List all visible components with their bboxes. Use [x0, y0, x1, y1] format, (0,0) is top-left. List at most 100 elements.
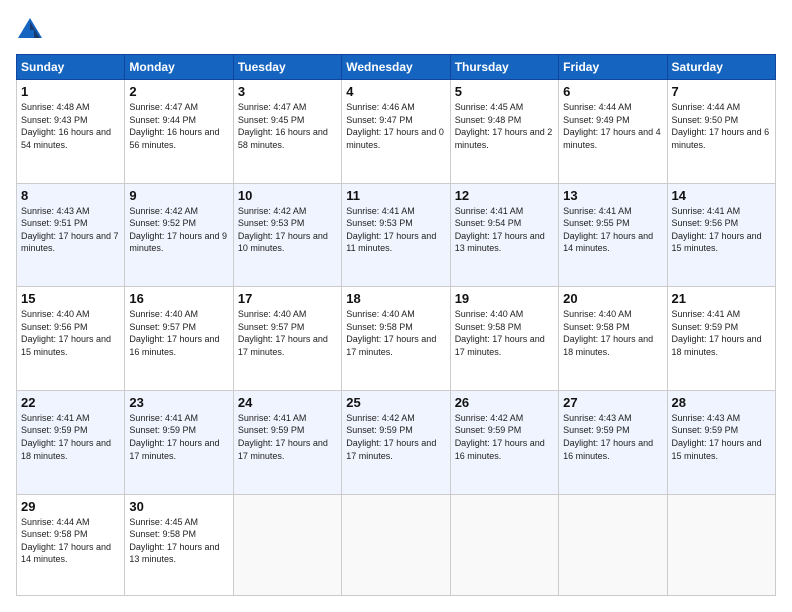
cell-info: Sunrise: 4:40 AMSunset: 9:56 PMDaylight:… — [21, 308, 120, 358]
cell-info: Sunrise: 4:42 AMSunset: 9:53 PMDaylight:… — [238, 205, 337, 255]
header — [16, 16, 776, 44]
calendar-cell: 1 Sunrise: 4:48 AMSunset: 9:43 PMDaylight… — [17, 80, 125, 184]
calendar-cell: 14 Sunrise: 4:41 AMSunset: 9:56 PMDayligh… — [667, 183, 775, 287]
day-number: 28 — [672, 395, 771, 410]
cell-info: Sunrise: 4:41 AMSunset: 9:59 PMDaylight:… — [672, 308, 771, 358]
cell-info: Sunrise: 4:41 AMSunset: 9:56 PMDaylight:… — [672, 205, 771, 255]
cell-info: Sunrise: 4:42 AMSunset: 9:59 PMDaylight:… — [455, 412, 554, 462]
cell-info: Sunrise: 4:48 AMSunset: 9:43 PMDaylight:… — [21, 101, 120, 151]
col-header-sunday: Sunday — [17, 55, 125, 80]
calendar-cell: 9 Sunrise: 4:42 AMSunset: 9:52 PMDaylight… — [125, 183, 233, 287]
calendar-cell: 15 Sunrise: 4:40 AMSunset: 9:56 PMDayligh… — [17, 287, 125, 391]
calendar-page: SundayMondayTuesdayWednesdayThursdayFrid… — [0, 0, 792, 612]
day-number: 1 — [21, 84, 120, 99]
logo-icon — [16, 16, 44, 44]
calendar-cell: 25Sunrise: 4:42 AMSunset: 9:59 PMDayligh… — [342, 390, 450, 494]
day-number: 24 — [238, 395, 337, 410]
day-number: 2 — [129, 84, 228, 99]
cell-info: Sunrise: 4:41 AMSunset: 9:55 PMDaylight:… — [563, 205, 662, 255]
day-number: 22 — [21, 395, 120, 410]
logo — [16, 16, 46, 44]
calendar-cell: 24 Sunrise: 4:41 AMSunset: 9:59 PMDayligh… — [233, 390, 341, 494]
calendar-cell: 12Sunrise: 4:41 AMSunset: 9:54 PMDayligh… — [450, 183, 558, 287]
cell-info: Sunrise: 4:42 AMSunset: 9:52 PMDaylight:… — [129, 205, 228, 255]
calendar-cell: 27Sunrise: 4:43 AMSunset: 9:59 PMDayligh… — [559, 390, 667, 494]
cell-info: Sunrise: 4:44 AMSunset: 9:49 PMDaylight:… — [563, 101, 662, 151]
calendar-cell — [233, 494, 341, 596]
calendar-cell: 19 Sunrise: 4:40 AMSunset: 9:58 PMDayligh… — [450, 287, 558, 391]
calendar-cell: 20 Sunrise: 4:40 AMSunset: 9:58 PMDayligh… — [559, 287, 667, 391]
calendar-cell — [450, 494, 558, 596]
calendar-cell: 26 Sunrise: 4:42 AMSunset: 9:59 PMDayligh… — [450, 390, 558, 494]
calendar-cell: 2 Sunrise: 4:47 AMSunset: 9:44 PMDaylight… — [125, 80, 233, 184]
calendar-cell — [342, 494, 450, 596]
day-number: 8 — [21, 188, 120, 203]
calendar-cell — [667, 494, 775, 596]
cell-info: Sunrise: 4:46 AMSunset: 9:47 PMDaylight:… — [346, 101, 445, 151]
cell-info: Sunrise: 4:47 AMSunset: 9:44 PMDaylight:… — [129, 101, 228, 151]
calendar-week-row: 22 Sunrise: 4:41 AMSunset: 9:59 PMDayligh… — [17, 390, 776, 494]
calendar-cell: 17 Sunrise: 4:40 AMSunset: 9:57 PMDayligh… — [233, 287, 341, 391]
calendar-cell: 21 Sunrise: 4:41 AMSunset: 9:59 PMDayligh… — [667, 287, 775, 391]
cell-info: Sunrise: 4:41 AMSunset: 9:59 PMDaylight:… — [238, 412, 337, 462]
calendar-cell: 22 Sunrise: 4:41 AMSunset: 9:59 PMDayligh… — [17, 390, 125, 494]
cell-info: Sunrise: 4:40 AMSunset: 9:58 PMDaylight:… — [563, 308, 662, 358]
calendar-cell — [559, 494, 667, 596]
day-number: 6 — [563, 84, 662, 99]
cell-info: Sunrise: 4:40 AMSunset: 9:58 PMDaylight:… — [346, 308, 445, 358]
day-number: 23 — [129, 395, 228, 410]
day-number: 9 — [129, 188, 228, 203]
day-number: 12 — [455, 188, 554, 203]
calendar-week-row: 15 Sunrise: 4:40 AMSunset: 9:56 PMDayligh… — [17, 287, 776, 391]
cell-info: Sunrise: 4:45 AMSunset: 9:58 PMDaylight:… — [129, 516, 228, 566]
cell-info: Sunrise: 4:40 AMSunset: 9:57 PMDaylight:… — [238, 308, 337, 358]
col-header-thursday: Thursday — [450, 55, 558, 80]
day-number: 5 — [455, 84, 554, 99]
calendar-cell: 6 Sunrise: 4:44 AMSunset: 9:49 PMDaylight… — [559, 80, 667, 184]
calendar-cell: 30Sunrise: 4:45 AMSunset: 9:58 PMDayligh… — [125, 494, 233, 596]
day-number: 29 — [21, 499, 120, 514]
calendar-cell: 29 Sunrise: 4:44 AMSunset: 9:58 PMDayligh… — [17, 494, 125, 596]
calendar-cell: 3 Sunrise: 4:47 AMSunset: 9:45 PMDaylight… — [233, 80, 341, 184]
calendar-cell: 4 Sunrise: 4:46 AMSunset: 9:47 PMDaylight… — [342, 80, 450, 184]
calendar-cell: 13Sunrise: 4:41 AMSunset: 9:55 PMDayligh… — [559, 183, 667, 287]
cell-info: Sunrise: 4:44 AMSunset: 9:58 PMDaylight:… — [21, 516, 120, 566]
day-number: 18 — [346, 291, 445, 306]
calendar-header-row: SundayMondayTuesdayWednesdayThursdayFrid… — [17, 55, 776, 80]
calendar-cell: 11Sunrise: 4:41 AMSunset: 9:53 PMDayligh… — [342, 183, 450, 287]
day-number: 19 — [455, 291, 554, 306]
day-number: 15 — [21, 291, 120, 306]
col-header-friday: Friday — [559, 55, 667, 80]
day-number: 7 — [672, 84, 771, 99]
cell-info: Sunrise: 4:41 AMSunset: 9:59 PMDaylight:… — [21, 412, 120, 462]
cell-info: Sunrise: 4:41 AMSunset: 9:59 PMDaylight:… — [129, 412, 228, 462]
day-number: 25 — [346, 395, 445, 410]
day-number: 3 — [238, 84, 337, 99]
day-number: 26 — [455, 395, 554, 410]
cell-info: Sunrise: 4:40 AMSunset: 9:57 PMDaylight:… — [129, 308, 228, 358]
col-header-monday: Monday — [125, 55, 233, 80]
calendar-week-row: 29 Sunrise: 4:44 AMSunset: 9:58 PMDayligh… — [17, 494, 776, 596]
cell-info: Sunrise: 4:41 AMSunset: 9:53 PMDaylight:… — [346, 205, 445, 255]
day-number: 17 — [238, 291, 337, 306]
cell-info: Sunrise: 4:45 AMSunset: 9:48 PMDaylight:… — [455, 101, 554, 151]
cell-info: Sunrise: 4:43 AMSunset: 9:59 PMDaylight:… — [563, 412, 662, 462]
day-number: 14 — [672, 188, 771, 203]
day-number: 16 — [129, 291, 228, 306]
cell-info: Sunrise: 4:40 AMSunset: 9:58 PMDaylight:… — [455, 308, 554, 358]
col-header-wednesday: Wednesday — [342, 55, 450, 80]
cell-info: Sunrise: 4:43 AMSunset: 9:51 PMDaylight:… — [21, 205, 120, 255]
calendar-cell: 18 Sunrise: 4:40 AMSunset: 9:58 PMDayligh… — [342, 287, 450, 391]
calendar-cell: 23 Sunrise: 4:41 AMSunset: 9:59 PMDayligh… — [125, 390, 233, 494]
col-header-tuesday: Tuesday — [233, 55, 341, 80]
cell-info: Sunrise: 4:43 AMSunset: 9:59 PMDaylight:… — [672, 412, 771, 462]
calendar-cell: 8 Sunrise: 4:43 AMSunset: 9:51 PMDaylight… — [17, 183, 125, 287]
day-number: 21 — [672, 291, 771, 306]
calendar-table: SundayMondayTuesdayWednesdayThursdayFrid… — [16, 54, 776, 596]
day-number: 10 — [238, 188, 337, 203]
calendar-cell: 7Sunrise: 4:44 AMSunset: 9:50 PMDaylight… — [667, 80, 775, 184]
day-number: 20 — [563, 291, 662, 306]
cell-info: Sunrise: 4:47 AMSunset: 9:45 PMDaylight:… — [238, 101, 337, 151]
day-number: 4 — [346, 84, 445, 99]
calendar-cell: 28 Sunrise: 4:43 AMSunset: 9:59 PMDayligh… — [667, 390, 775, 494]
